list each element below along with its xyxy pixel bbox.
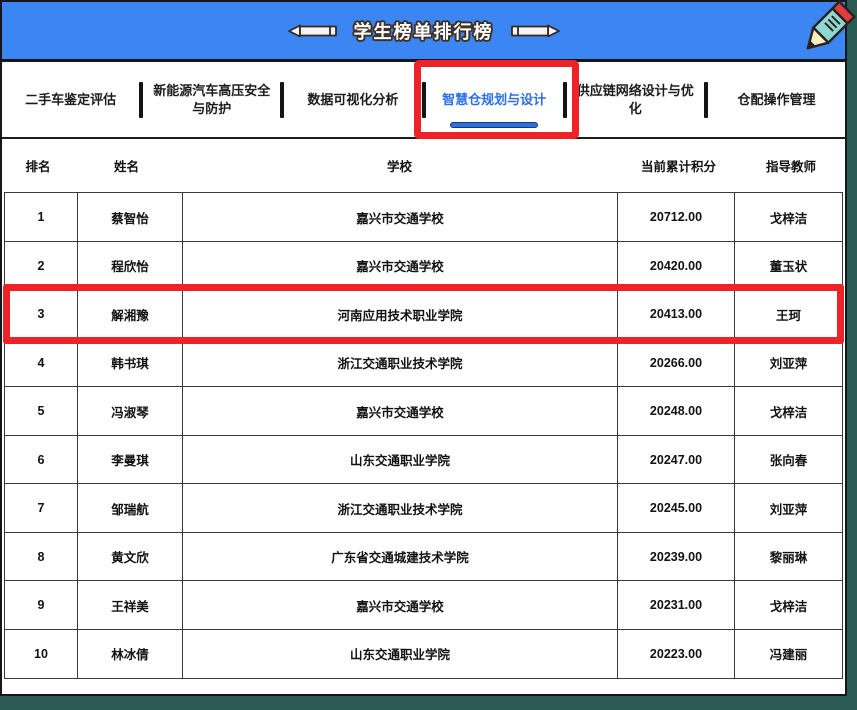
cell-teacher: 董玉状 — [734, 242, 842, 290]
table-row: 8 黄文欣 广东省交通城建技术学院 20239.00 黎丽琳 — [4, 532, 843, 582]
table-body: 1 蔡智怡 嘉兴市交通学校 20712.00 戈梓洁 2 程欣怡 嘉兴市交通学校… — [2, 192, 845, 694]
cell-rank: 1 — [5, 193, 77, 241]
tab-label: 二手车鉴定评估 — [25, 91, 116, 109]
leaderboard-card: 学生榜单排行榜 二手车鉴定评估 新能源汽车高压安全与防护 — [0, 0, 847, 696]
cell-points: 20231.00 — [617, 581, 734, 629]
column-header-school: 学校 — [179, 154, 620, 177]
cell-school: 浙江交通职业技术学院 — [182, 484, 617, 532]
pencil-arrow-left-icon — [288, 23, 340, 39]
tab-bar: 二手车鉴定评估 新能源汽车高压安全与防护 数据可视化分析 智慧仓规划与设计 供应… — [2, 62, 845, 139]
cell-teacher: 刘亚萍 — [734, 484, 842, 532]
tab-used-car-appraisal[interactable]: 二手车鉴定评估 — [2, 62, 139, 137]
pencil-arrow-right-icon — [508, 23, 560, 39]
pencil-icon — [798, 0, 856, 58]
tab-label: 智慧仓规划与设计 — [442, 91, 546, 109]
cell-rank: 2 — [5, 242, 77, 290]
leaderboard-page: 学生榜单排行榜 二手车鉴定评估 新能源汽车高压安全与防护 — [0, 0, 857, 710]
cell-points: 20239.00 — [617, 533, 734, 581]
cell-rank: 8 — [5, 533, 77, 581]
cell-school: 山东交通职业学院 — [182, 630, 617, 678]
tab-warehouse-distribution-ops[interactable]: 仓配操作管理 — [708, 62, 845, 137]
table-row: 10 林冰倩 山东交通职业学院 20223.00 冯建丽 — [4, 629, 843, 679]
cell-name: 冯淑琴 — [77, 387, 182, 435]
tab-supply-chain-network-design[interactable]: 供应链网络设计与优化 — [567, 62, 704, 137]
cell-rank: 10 — [5, 630, 77, 678]
cell-rank: 9 — [5, 581, 77, 629]
cell-name: 黄文欣 — [77, 533, 182, 581]
cell-teacher: 戈梓洁 — [734, 581, 842, 629]
cell-rank: 4 — [5, 339, 77, 387]
table-row: 5 冯淑琴 嘉兴市交通学校 20248.00 戈梓洁 — [4, 386, 843, 436]
cell-name: 李曼琪 — [77, 436, 182, 484]
table-row: 2 程欣怡 嘉兴市交通学校 20420.00 董玉状 — [4, 241, 843, 291]
cell-teacher: 王珂 — [734, 290, 842, 338]
table-row: 1 蔡智怡 嘉兴市交通学校 20712.00 戈梓洁 — [4, 192, 843, 242]
cell-school: 嘉兴市交通学校 — [182, 193, 617, 241]
tab-label: 数据可视化分析 — [307, 91, 398, 109]
tab-smart-warehouse-planning[interactable]: 智慧仓规划与设计 — [426, 62, 563, 137]
cell-rank: 7 — [5, 484, 77, 532]
table-row: 9 王祥美 嘉兴市交通学校 20231.00 戈梓洁 — [4, 580, 843, 630]
column-header-teacher: 指导教师 — [737, 154, 845, 177]
cell-school: 广东省交通城建技术学院 — [182, 533, 617, 581]
cell-points: 20247.00 — [617, 436, 734, 484]
cell-points: 20223.00 — [617, 630, 734, 678]
cell-name: 韩书琪 — [77, 339, 182, 387]
cell-rank: 5 — [5, 387, 77, 435]
tab-ev-high-voltage-safety[interactable]: 新能源汽车高压安全与防护 — [143, 62, 280, 137]
cell-name: 程欣怡 — [77, 242, 182, 290]
cell-school: 河南应用技术职业学院 — [182, 290, 617, 338]
cell-name: 邹瑞航 — [77, 484, 182, 532]
cell-rank: 6 — [5, 436, 77, 484]
column-header-name: 姓名 — [74, 154, 179, 177]
cell-teacher: 张向春 — [734, 436, 842, 484]
cell-school: 嘉兴市交通学校 — [182, 242, 617, 290]
cell-teacher: 戈梓洁 — [734, 193, 842, 241]
cell-school: 嘉兴市交通学校 — [182, 581, 617, 629]
table-row: 6 李曼琪 山东交通职业学院 20247.00 张向春 — [4, 435, 843, 485]
cell-teacher: 戈梓洁 — [734, 387, 842, 435]
cell-points: 20420.00 — [617, 242, 734, 290]
page-title: 学生榜单排行榜 — [354, 18, 494, 44]
cell-rank: 3 — [5, 290, 77, 338]
cell-points: 20266.00 — [617, 339, 734, 387]
active-tab-underline — [450, 122, 538, 128]
cell-teacher: 冯建丽 — [734, 630, 842, 678]
table-row: 7 邹瑞航 浙江交通职业技术学院 20245.00 刘亚萍 — [4, 483, 843, 533]
cell-name: 王祥美 — [77, 581, 182, 629]
tab-label: 供应链网络设计与优化 — [577, 82, 694, 117]
cell-points: 20248.00 — [617, 387, 734, 435]
table-column-header: 排名 姓名 学校 当前累计积分 指导教师 — [2, 139, 845, 192]
cell-school: 嘉兴市交通学校 — [182, 387, 617, 435]
cell-school: 浙江交通职业技术学院 — [182, 339, 617, 387]
tab-label: 新能源汽车高压安全与防护 — [153, 82, 270, 117]
cell-name: 解湘豫 — [77, 290, 182, 338]
cell-school: 山东交通职业学院 — [182, 436, 617, 484]
tab-label: 仓配操作管理 — [737, 91, 815, 109]
cell-teacher: 黎丽琳 — [734, 533, 842, 581]
cell-teacher: 刘亚萍 — [734, 339, 842, 387]
column-header-rank: 排名 — [2, 154, 74, 177]
cell-points: 20245.00 — [617, 484, 734, 532]
cell-points: 20413.00 — [617, 290, 734, 338]
banner: 学生榜单排行榜 — [2, 2, 845, 62]
cell-name: 蔡智怡 — [77, 193, 182, 241]
cell-name: 林冰倩 — [77, 630, 182, 678]
table-row-highlighted: 3 解湘豫 河南应用技术职业学院 20413.00 王珂 — [4, 289, 843, 339]
table-row: 4 韩书琪 浙江交通职业技术学院 20266.00 刘亚萍 — [4, 338, 843, 388]
column-header-points: 当前累计积分 — [620, 154, 737, 177]
tab-data-visualization[interactable]: 数据可视化分析 — [284, 62, 421, 137]
cell-points: 20712.00 — [617, 193, 734, 241]
